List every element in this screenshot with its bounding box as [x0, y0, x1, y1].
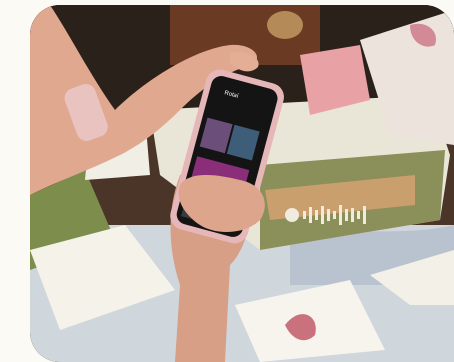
photo-frame: Rotaí — [0, 0, 454, 362]
photo: Rotaí — [30, 5, 454, 362]
photo-scene: Rotaí — [30, 5, 454, 362]
